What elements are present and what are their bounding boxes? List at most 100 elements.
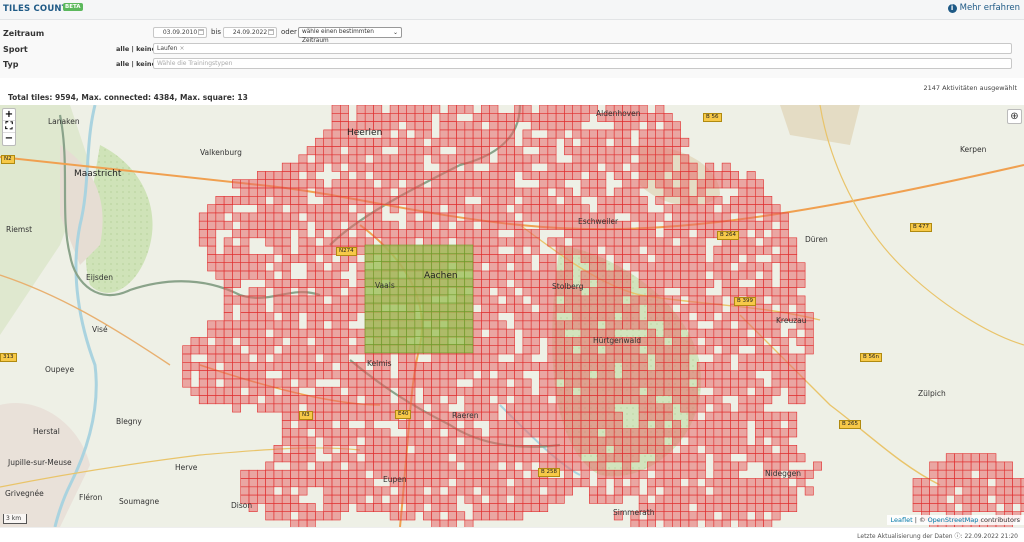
max-square-tile bbox=[431, 302, 440, 312]
chip-remove-icon[interactable]: × bbox=[179, 45, 184, 52]
sport-all-none-toggle[interactable]: alle | keine bbox=[116, 45, 156, 53]
explored-tile bbox=[671, 171, 681, 181]
explored-tile bbox=[323, 478, 333, 488]
explored-tile bbox=[547, 262, 557, 272]
explored-tile bbox=[481, 453, 490, 463]
explored-tile bbox=[655, 345, 665, 355]
explored-tile bbox=[705, 444, 715, 454]
explored-tile bbox=[763, 204, 773, 214]
learn-more-link[interactable]: i Mehr erfahren bbox=[947, 3, 1020, 13]
map-canvas[interactable] bbox=[0, 105, 1024, 527]
explored-tile bbox=[447, 486, 457, 496]
globe-icon[interactable]: ⊕ bbox=[1007, 109, 1022, 124]
zoom-in-button[interactable]: + bbox=[3, 109, 15, 121]
explored-tile bbox=[456, 469, 466, 479]
explored-tile bbox=[306, 478, 316, 488]
explored-tile bbox=[738, 486, 748, 496]
explored-tile bbox=[240, 303, 250, 313]
explored-tile bbox=[663, 478, 673, 488]
explored-tile bbox=[555, 320, 565, 330]
explored-tile bbox=[281, 370, 291, 380]
explored-tile bbox=[481, 279, 490, 288]
sport-chip[interactable]: Laufen × bbox=[157, 45, 184, 52]
explored-tile bbox=[763, 279, 773, 288]
explored-tile bbox=[655, 212, 665, 222]
explored-tile bbox=[356, 361, 366, 371]
explored-tile bbox=[522, 229, 532, 239]
explored-tile bbox=[331, 204, 341, 214]
explored-tile bbox=[481, 469, 490, 479]
road-shield: N3 bbox=[299, 411, 313, 420]
road-shield: B 265 bbox=[839, 420, 862, 429]
explored-tile bbox=[746, 254, 756, 263]
max-square-tile bbox=[439, 286, 449, 296]
explored-tile bbox=[547, 154, 557, 164]
explored-tile bbox=[348, 154, 358, 164]
explored-tile bbox=[331, 270, 341, 280]
explored-tile bbox=[240, 254, 250, 263]
osm-link[interactable]: OpenStreetMap bbox=[928, 516, 979, 524]
explored-tile bbox=[414, 113, 424, 122]
place-label: Riemst bbox=[6, 225, 33, 234]
explored-tile bbox=[306, 511, 316, 521]
explored-tile bbox=[622, 179, 632, 189]
map[interactable]: Maastricht Aachen Heerlen Lanaken Valken… bbox=[0, 105, 1024, 527]
explored-tile bbox=[522, 420, 532, 429]
type-all-none-toggle[interactable]: alle | keine bbox=[116, 60, 156, 68]
max-square-tile bbox=[406, 269, 416, 279]
explored-tile bbox=[497, 494, 507, 504]
place-label: Simmerath bbox=[613, 508, 655, 517]
explored-tile bbox=[730, 204, 740, 214]
explored-tile bbox=[356, 262, 366, 272]
explored-tile bbox=[671, 494, 681, 504]
explored-tile bbox=[389, 444, 399, 454]
sport-input[interactable]: Laufen × bbox=[153, 43, 1012, 54]
fullscreen-button[interactable]: ⛶ bbox=[3, 121, 15, 133]
explored-tile bbox=[398, 229, 407, 239]
explored-tile bbox=[182, 353, 192, 363]
explored-tile bbox=[481, 171, 490, 181]
explored-tile bbox=[339, 171, 349, 181]
explored-tile bbox=[497, 444, 507, 454]
explored-tile bbox=[232, 179, 241, 189]
explored-tile bbox=[265, 254, 275, 263]
type-input[interactable]: Wähle die Trainingstypen bbox=[153, 58, 1012, 69]
explored-tile bbox=[406, 370, 416, 380]
explored-tile bbox=[505, 469, 515, 479]
help-icon[interactable]: ⓘ: bbox=[954, 533, 962, 540]
explored-tile bbox=[248, 229, 258, 239]
leaflet-link[interactable]: Leaflet bbox=[891, 516, 913, 524]
explored-tile bbox=[630, 196, 640, 205]
explored-tile bbox=[356, 270, 366, 280]
period-select[interactable]: wähle einen bestimmten Zeitraum ⌄ bbox=[298, 27, 402, 44]
explored-tile bbox=[281, 378, 291, 388]
explored-tile bbox=[588, 353, 598, 363]
explored-tile bbox=[489, 303, 499, 313]
explored-tile bbox=[232, 395, 241, 405]
explored-tile bbox=[456, 370, 466, 380]
place-label: Jupille-sur-Meuse bbox=[8, 458, 72, 467]
explored-tile bbox=[721, 469, 731, 479]
explored-tile bbox=[779, 503, 789, 512]
explored-tile bbox=[431, 386, 441, 396]
explored-tile bbox=[331, 411, 341, 421]
explored-tile bbox=[240, 328, 250, 338]
explored-tile bbox=[256, 179, 266, 189]
explored-tile bbox=[248, 212, 258, 222]
explored-tile bbox=[754, 386, 764, 396]
max-square-tile bbox=[464, 261, 474, 271]
explored-tile bbox=[713, 403, 723, 413]
max-square-tile bbox=[414, 261, 424, 271]
explored-tile bbox=[539, 494, 549, 504]
date-from-input[interactable]: 03.09.2010 bbox=[153, 27, 207, 38]
explored-tile bbox=[431, 486, 441, 496]
date-to-input[interactable]: 24.09.2022 bbox=[223, 27, 277, 38]
explored-tile bbox=[522, 386, 532, 396]
explored-tile bbox=[190, 337, 200, 346]
zoom-out-button[interactable]: − bbox=[3, 133, 15, 145]
explored-tile bbox=[663, 162, 673, 172]
max-square-tile bbox=[464, 294, 474, 304]
explored-tile bbox=[273, 212, 283, 222]
explored-tile bbox=[746, 519, 756, 527]
max-square-tile bbox=[397, 277, 407, 287]
